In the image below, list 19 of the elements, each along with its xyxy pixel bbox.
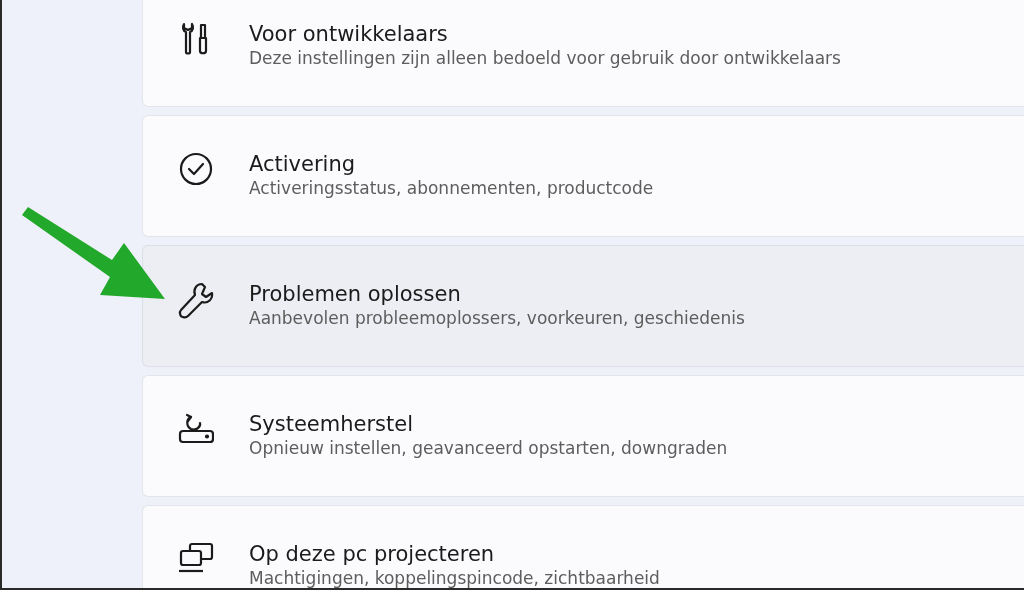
- item-subtitle: Aanbevolen probleemoplossers, voorkeuren, geschiedenis: [249, 308, 745, 328]
- item-subtitle: Opnieuw instellen, geavanceerd opstarten, downgraden: [249, 438, 728, 458]
- item-subtitle: Deze instellingen zijn alleen bedoeld voor gebruik door ontwikkelaars: [249, 48, 841, 68]
- settings-item[interactable]: Op deze pc projecteren Machtigingen, koppelingspincode, zichtbaarheid: [142, 505, 1024, 588]
- wrench-icon: [178, 282, 214, 320]
- item-subtitle: Machtigingen, koppelingspincode, zichtbaarheid: [249, 568, 660, 588]
- checkmark-circle-icon: [179, 152, 213, 186]
- settings-item[interactable]: Systeemherstel Opnieuw instellen, geavanceerd opstarten, downgraden: [142, 375, 1024, 497]
- item-title: Systeemherstel: [249, 411, 415, 438]
- item-title: Op deze pc projecteren: [249, 541, 496, 568]
- item-subtitle: Activeringsstatus, abonnementen, productcode: [249, 178, 654, 198]
- item-title: Voor ontwikkelaars: [249, 21, 449, 48]
- item-title: Activering: [249, 151, 357, 178]
- settings-item[interactable]: Voor ontwikkelaars Deze instellingen zijn alleen bedoeld voor gebruik door ontwikkelaars: [142, 0, 1024, 107]
- restore-drive-icon: [178, 412, 214, 444]
- settings-item[interactable]: Activering Activeringsstatus, abonnementen, productcode: [142, 115, 1024, 237]
- settings-item[interactable]: Problemen oplossen Aanbevolen probleemoplossers, voorkeuren, geschiedenis: [142, 245, 1024, 367]
- screens-icon: [178, 542, 214, 574]
- item-title: Problemen oplossen: [249, 281, 462, 308]
